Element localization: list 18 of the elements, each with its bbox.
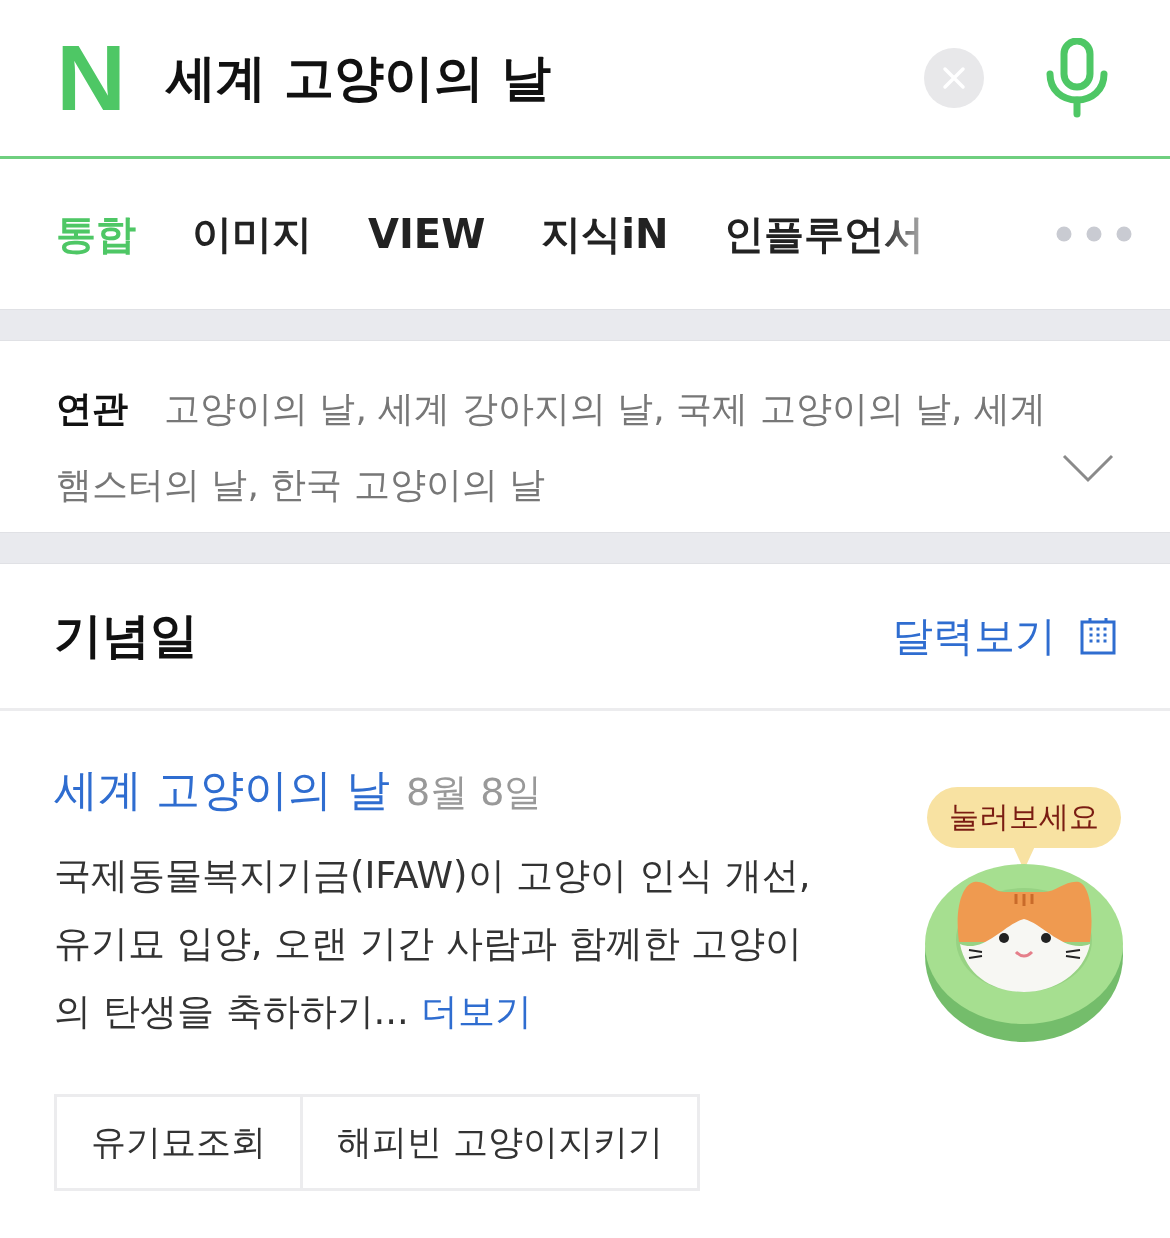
tab[interactable]: 인플루언서 xyxy=(724,206,925,262)
speech-bubble[interactable]: 눌러보세요 xyxy=(927,787,1121,848)
chevron-down-icon[interactable] xyxy=(1062,454,1114,484)
event-description: 국제동물복지기금(IFAW)이 고양이 인식 개선, 유기묘 입양, 오랜 기간 사람과 함께한 고양이의 탄생을 축하하기... 더보기 xyxy=(54,853,812,1035)
related-searches[interactable]: 연관 고양이의 날, 세계 강아지의 날, 국제 고양이의 날, 세계 햄스터의 날, 한국 고양이의 날 xyxy=(56,371,1114,523)
event-title[interactable]: 세계 고양이의 날 xyxy=(54,761,390,820)
more-icon[interactable] xyxy=(1056,226,1134,242)
tab[interactable]: VIEW xyxy=(368,211,486,257)
more-link[interactable]: 더보기 xyxy=(420,990,532,1033)
calendar-icon[interactable] xyxy=(1080,617,1116,655)
action-button[interactable]: 해피빈 고양이지키기 xyxy=(303,1094,701,1191)
tab[interactable]: 지식iN xyxy=(541,206,669,262)
calendar-link[interactable]: 달력보기 xyxy=(892,608,1056,664)
tab[interactable]: 이미지 xyxy=(192,206,312,262)
action-button[interactable]: 유기묘조회 xyxy=(54,1094,303,1191)
event-date: 8월 8일 xyxy=(406,769,543,816)
section-title: 기념일 xyxy=(54,606,199,665)
search-query[interactable]: 세계 고양이의 날 xyxy=(166,44,924,112)
